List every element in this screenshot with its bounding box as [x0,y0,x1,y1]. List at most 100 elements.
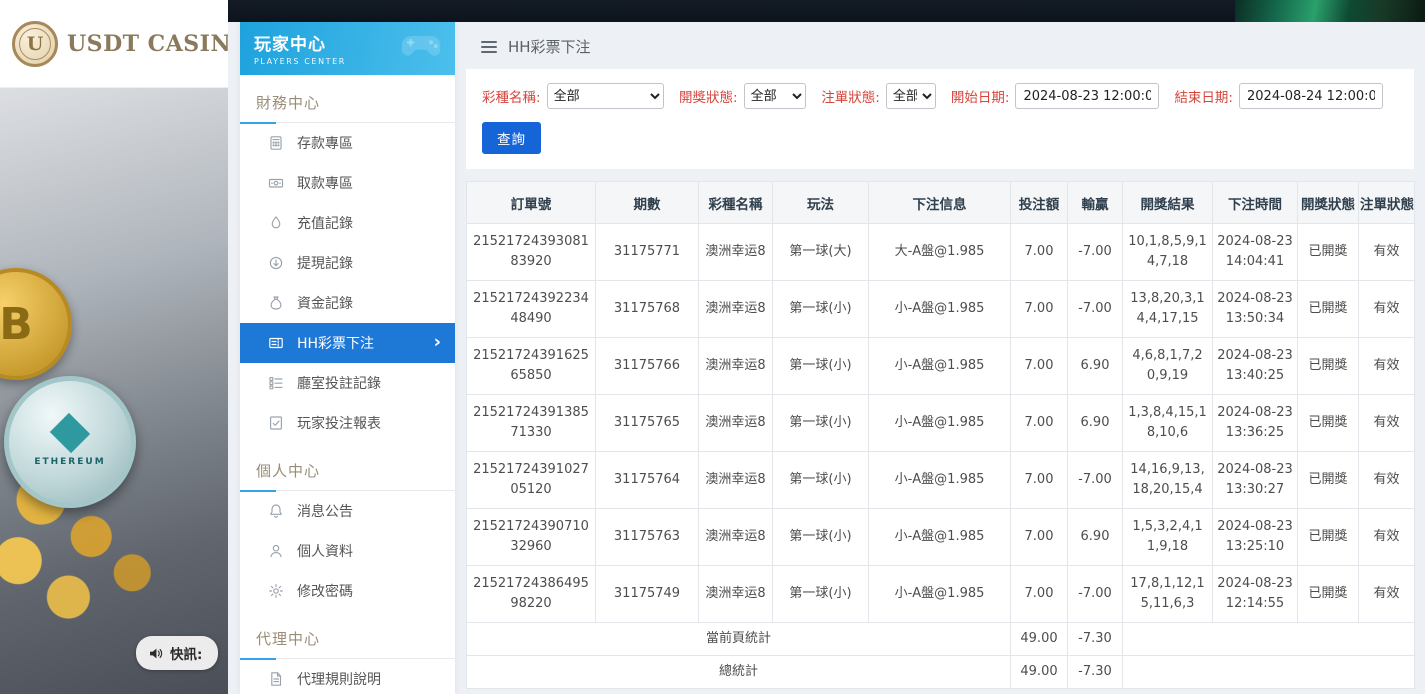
table-cell: 6.90 [1068,395,1123,452]
brand-name: USDT CASINO [67,31,228,57]
table-cell: 澳洲幸运8 [699,224,773,281]
table-cell: 澳洲幸运8 [699,452,773,509]
sidebar-item-announcements[interactable]: 消息公告 [240,491,455,531]
table-cell: 小-A盤@1.985 [869,395,1011,452]
table-cell: 澳洲幸运8 [699,566,773,623]
sidebar: 玩家中心 PLAYERS CENTER 財務中心存款專區取款專區充值記錄提現記錄… [240,22,455,694]
table-cell: 2024-08-23 13:25:10 [1213,509,1298,566]
table-cell: 1,5,3,2,4,11,9,18 [1123,509,1213,566]
column-header: 注單狀態 [1359,182,1415,224]
coin-out-icon [268,255,284,271]
column-header: 下注時間 [1213,182,1298,224]
column-header: 期數 [596,182,699,224]
sidebar-item-change-password[interactable]: 修改密碼 [240,571,455,611]
table-cell: 澳洲幸运8 [699,395,773,452]
ticket-icon [268,335,284,351]
ethereum-label: ETHEREUM [34,457,105,467]
table-cell: 7.00 [1011,566,1068,623]
table-cell: 7.00 [1011,395,1068,452]
table-cell: 有效 [1359,395,1415,452]
document-icon [268,671,284,687]
summary-empty-cell [1123,623,1415,656]
column-header: 開獎結果 [1123,182,1213,224]
logo[interactable]: U USDT CASINO [0,0,228,88]
summary-row: 當前頁統計49.00-7.30 [467,623,1415,656]
table-cell: 小-A盤@1.985 [869,566,1011,623]
table-cell: 2024-08-23 13:50:34 [1213,281,1298,338]
sidebar-item-profile[interactable]: 個人資料 [240,531,455,571]
section-title: 代理中心 [240,611,455,658]
sidebar-item-hh-lottery-bet[interactable]: HH彩票下注› [240,323,455,363]
table-cell: 小-A盤@1.985 [869,338,1011,395]
column-header: 玩法 [773,182,869,224]
sidebar-item-room-bet-record[interactable]: 廳室投註記錄 [240,363,455,403]
main-header: HH彩票下注 [455,22,1425,69]
sidebar-item-label: 廳室投註記錄 [297,373,381,393]
table-cell: 已開獎 [1298,224,1359,281]
lottery-name-select[interactable]: 全部 [547,83,664,109]
sidebar-item-agent-rules[interactable]: 代理規則說明 [240,659,455,694]
table-cell: 第一球(小) [773,281,869,338]
table-cell: 第一球(大) [773,224,869,281]
calculator-icon [268,135,284,151]
table-cell: -7.00 [1068,566,1123,623]
table-row: 215217243913857133031175765澳洲幸运8第一球(小)小-… [467,395,1415,452]
table-cell: 31175764 [596,452,699,509]
order-status-select[interactable]: 全部 [886,83,936,109]
table-cell: 10,1,8,5,9,14,7,18 [1123,224,1213,281]
sidebar-item-deposit[interactable]: 存款專區 [240,123,455,163]
draw-status-select[interactable]: 全部 [744,83,807,109]
sidebar-item-label: 取款專區 [297,173,353,193]
table-cell: 7.00 [1011,338,1068,395]
table-cell: 已開獎 [1298,338,1359,395]
table-row: 215217243916256585031175766澳洲幸运8第一球(小)小-… [467,338,1415,395]
table-cell: 2024-08-23 13:36:25 [1213,395,1298,452]
table-cell: 澳洲幸运8 [699,281,773,338]
sidebar-item-label: 充值記錄 [297,213,353,233]
table-row: 215217243910270512031175764澳洲幸运8第一球(小)小-… [467,452,1415,509]
sidebar-item-funds-record[interactable]: 資金記錄 [240,283,455,323]
banknote-icon [268,175,284,191]
hamburger-menu-icon[interactable] [481,41,497,53]
list-icon [268,375,284,391]
bitcoin-letter: B [0,299,33,350]
bet-table-container: 訂單號期數彩種名稱玩法下注信息投注額輸贏開獎結果下注時間開獎狀態注單狀態 215… [466,181,1414,689]
table-cell: 澳洲幸运8 [699,338,773,395]
table-cell: 2024-08-23 13:40:25 [1213,338,1298,395]
table-cell: 2024-08-23 14:04:41 [1213,224,1298,281]
sidebar-item-withdrawal-record[interactable]: 提現記錄 [240,243,455,283]
table-cell: 已開獎 [1298,566,1359,623]
query-button[interactable]: 查詢 [482,122,541,154]
table-cell: 第一球(小) [773,395,869,452]
table-cell: 7.00 [1011,281,1068,338]
drop-icon [268,215,284,231]
start-date-label: 開始日期: [951,86,1010,106]
table-cell: 已開獎 [1298,281,1359,338]
table-cell: 2152172439138571330 [467,395,596,452]
column-header: 訂單號 [467,182,596,224]
table-cell: 13,8,20,3,14,4,17,15 [1123,281,1213,338]
page-title: HH彩票下注 [508,36,591,57]
sidebar-item-player-bet-report[interactable]: 玩家投注報表 [240,403,455,443]
table-cell: 4,6,8,1,7,20,9,19 [1123,338,1213,395]
column-header: 輸贏 [1068,182,1123,224]
table-cell: 第一球(小) [773,338,869,395]
end-date-input[interactable] [1239,83,1383,109]
section-title: 財務中心 [240,75,455,122]
table-cell: 已開獎 [1298,395,1359,452]
start-date-input[interactable] [1015,83,1159,109]
table-cell: -7.00 [1068,452,1123,509]
table-cell: 澳洲幸运8 [699,509,773,566]
table-cell: 2152172438649598220 [467,566,596,623]
filter-card: 彩種名稱: 全部 開獎狀態: 全部 注單狀態: 全部 開始日期: 結束日期: 查… [466,69,1414,169]
table-cell: 1,3,8,4,15,18,10,6 [1123,395,1213,452]
ethereum-diamond-icon [50,412,90,452]
sidebar-item-label: 代理規則說明 [297,669,381,689]
main-content: HH彩票下注 彩種名稱: 全部 開獎狀態: 全部 注單狀態: 全部 開始日期: … [455,22,1425,694]
summary-bet-total: 49.00 [1011,623,1068,656]
table-cell: -7.00 [1068,281,1123,338]
table-cell: 31175763 [596,509,699,566]
sidebar-item-withdraw[interactable]: 取款專區 [240,163,455,203]
sidebar-item-recharge-record[interactable]: 充值記錄 [240,203,455,243]
order-status-label: 注單狀態: [821,86,880,106]
